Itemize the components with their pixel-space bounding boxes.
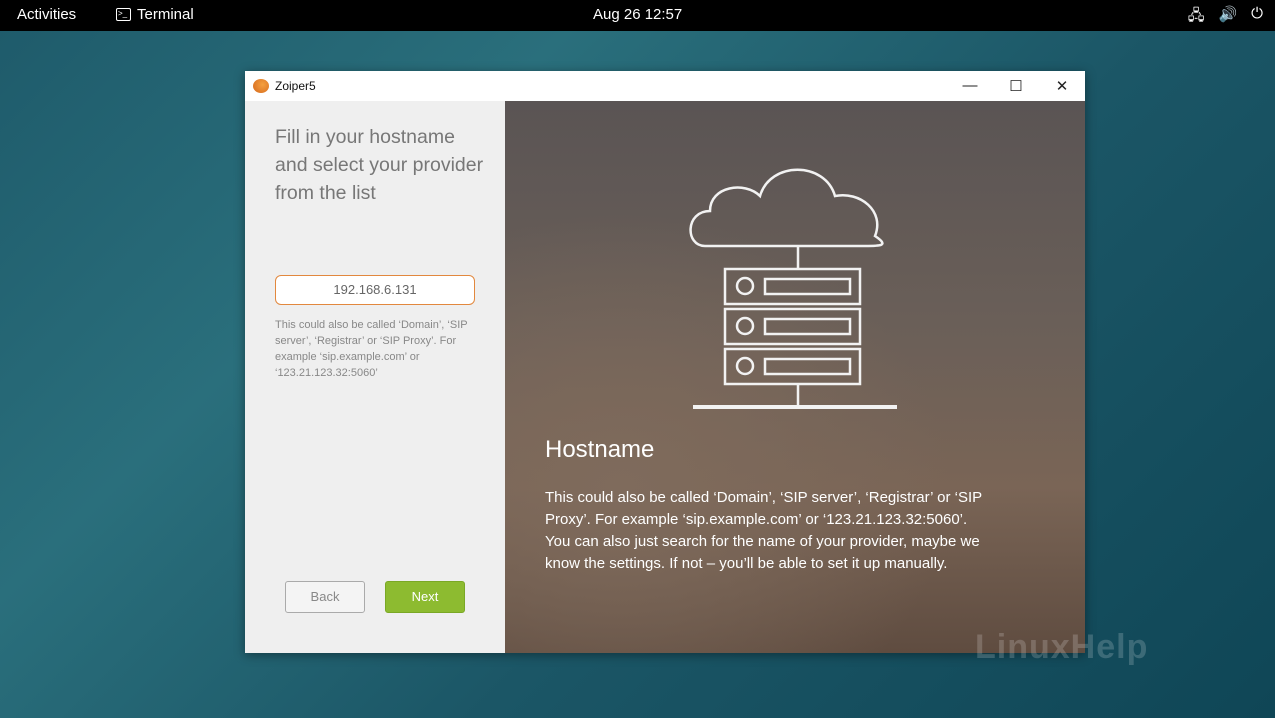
info-text-2: You can also just search for the name of… xyxy=(545,533,980,572)
page-heading: Fill in your hostname and select your pr… xyxy=(275,126,484,204)
hostname-input[interactable]: 192.168.6.131 xyxy=(275,275,475,305)
activities-button[interactable]: Activities xyxy=(17,6,76,23)
zoiper-logo-icon xyxy=(253,79,269,93)
zoiper-window: Zoiper5 — ☐ ✕ Fill in your hostname and … xyxy=(245,71,1085,653)
terminal-app-menu[interactable]: >_ Terminal xyxy=(116,6,194,23)
window-title: Zoiper5 xyxy=(275,79,316,93)
terminal-icon: >_ xyxy=(116,8,131,21)
system-tray[interactable]: 🖧 🔊 ⏻ xyxy=(1188,5,1263,30)
info-title: Hostname xyxy=(545,436,655,463)
maximize-button[interactable]: ☐ xyxy=(993,77,1039,95)
clock[interactable]: Aug 26 12:57 xyxy=(593,6,682,23)
info-body: This could also be called ‘Domain’, ‘SIP… xyxy=(545,487,995,575)
linuxhelp-watermark: LinuxHelp xyxy=(975,628,1149,666)
cloud-server-illustration xyxy=(689,168,897,409)
next-button[interactable]: Next xyxy=(385,581,465,613)
top-bar: Activities >_ Terminal Aug 26 12:57 🖧 🔊 ⏻ xyxy=(0,0,1275,31)
info-text-1: This could also be called ‘Domain’, ‘SIP… xyxy=(545,489,982,528)
form-panel: Fill in your hostname and select your pr… xyxy=(245,101,505,653)
app-name: Terminal xyxy=(137,6,194,23)
info-panel: Hostname This could also be called ‘Doma… xyxy=(505,101,1085,653)
hostname-hint: This could also be called ‘Domain’, ‘SIP… xyxy=(275,319,468,379)
close-button[interactable]: ✕ xyxy=(1039,77,1085,95)
minimize-button[interactable]: — xyxy=(947,77,993,95)
title-bar: Zoiper5 — ☐ ✕ xyxy=(245,71,1085,101)
back-button[interactable]: Back xyxy=(285,581,365,613)
power-icon: ⏻ xyxy=(1251,5,1263,22)
network-icon: 🖧 xyxy=(1187,7,1205,24)
volume-icon: 🔊 xyxy=(1218,6,1238,23)
